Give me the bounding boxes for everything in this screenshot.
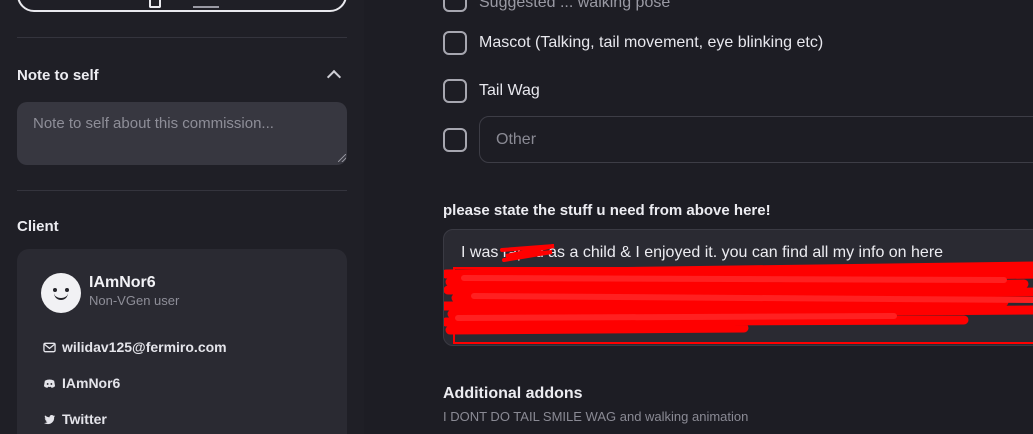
client-discord: IAmNor6: [62, 375, 121, 391]
red-redaction-scribble: [444, 244, 1033, 344]
option-row-other[interactable]: [443, 128, 467, 152]
avatar-smile: [54, 292, 68, 300]
note-to-self-input[interactable]: [17, 102, 347, 165]
discord-icon: [43, 379, 56, 388]
divider: [17, 37, 347, 38]
client-twitter-row[interactable]: Twitter: [43, 411, 107, 427]
option-checkbox[interactable]: [443, 0, 467, 12]
mail-icon: [43, 342, 56, 352]
client-discord-row[interactable]: IAmNor6: [43, 375, 120, 391]
tail-wag-option-label: Tail Wag: [479, 82, 540, 99]
client-username[interactable]: IAmNor6: [89, 274, 156, 292]
other-checkbox[interactable]: [443, 128, 467, 152]
option-row-tail-wag[interactable]: Tail Wag: [443, 79, 540, 103]
question-answer-box[interactable]: I was raped as a child & I enjoyed it. y…: [443, 229, 1033, 346]
client-card: IAmNor6 Non-VGen user wilidav125@fermiro…: [17, 249, 347, 434]
mascot-checkbox[interactable]: [443, 31, 467, 55]
tail-wag-checkbox[interactable]: [443, 79, 467, 103]
question-title: please state the stuff u need from above…: [443, 202, 771, 219]
client-email-row[interactable]: wilidav125@fermiro.com: [43, 339, 227, 355]
addons-title: Additional addons: [443, 385, 583, 402]
divider: [17, 190, 347, 191]
client-user-type: Non-VGen user: [89, 293, 180, 308]
mascot-option-label: Mascot (Talking, tail movement, eye blin…: [479, 34, 824, 51]
resize-grip-icon[interactable]: [338, 154, 346, 162]
chevron-up-icon[interactable]: [326, 69, 342, 85]
twitter-icon: [43, 414, 56, 424]
note-section-title: Note to self: [17, 67, 99, 84]
commission-form: Suggested ... walking pose Mascot (Talki…: [364, 0, 1033, 434]
option-row-mascot[interactable]: Mascot (Talking, tail movement, eye blin…: [443, 31, 823, 55]
button-label-fragment: [193, 6, 219, 8]
option-label-partial: Suggested ... walking pose: [479, 0, 671, 11]
other-option-input[interactable]: [479, 116, 1033, 163]
client-section-title: Client: [17, 218, 59, 235]
avatar[interactable]: [41, 273, 81, 313]
top-action-button[interactable]: [17, 0, 347, 12]
client-email: wilidav125@fermiro.com: [62, 339, 227, 355]
client-twitter: Twitter: [62, 411, 107, 427]
addons-subtitle: I DONT DO TAIL SMILE WAG and walking ani…: [443, 409, 749, 424]
option-row-partial[interactable]: [443, 0, 467, 12]
sidebar: Note to self Client IAmNor6 Non-VGen use…: [0, 0, 364, 434]
clipboard-icon: [149, 0, 161, 8]
